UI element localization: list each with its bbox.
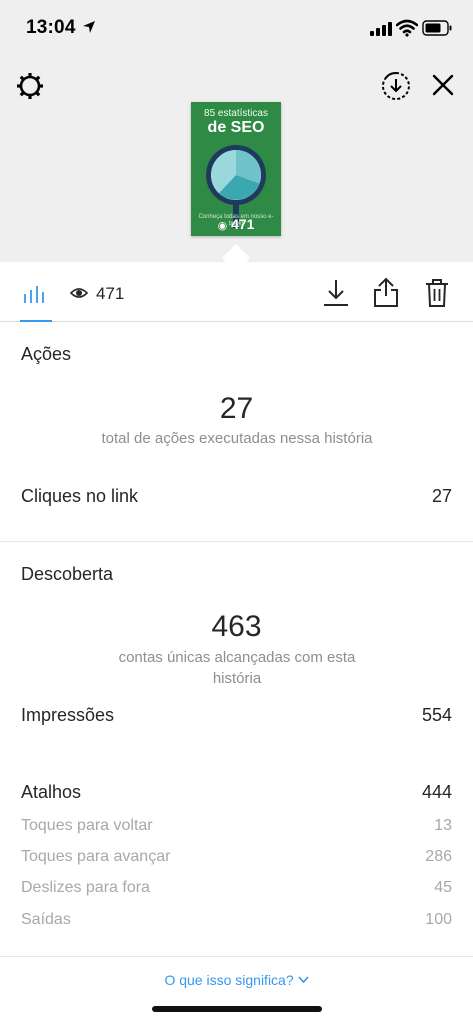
thumbnail-view-count: ◉ 471 xyxy=(191,216,281,232)
discovery-section-title: Descoberta xyxy=(21,564,114,584)
footer-link-text[interactable]: O que isso significa? xyxy=(164,972,293,988)
exits-value: 100 xyxy=(425,911,452,928)
link-clicks-value: 27 xyxy=(431,486,452,506)
swipes-away-label: Deslizes para fora xyxy=(21,879,150,896)
active-tab-indicator xyxy=(20,320,52,322)
chevron-down-icon[interactable] xyxy=(297,976,309,984)
reach-total: 463 xyxy=(211,610,262,643)
shortcuts-label: Atalhos xyxy=(21,782,82,802)
swipes-away-value: 45 xyxy=(434,879,452,896)
download-icon[interactable] xyxy=(322,278,350,308)
footer-divider xyxy=(0,956,473,957)
trash-icon[interactable] xyxy=(424,278,450,308)
eye-icon[interactable] xyxy=(70,286,88,300)
impressions-value: 554 xyxy=(421,705,452,725)
reach-caption: contas únicas alcançadas com esta histór… xyxy=(118,649,356,687)
share-icon[interactable] xyxy=(372,276,400,308)
thumbnail-title-line1: 85 estatísticas xyxy=(204,108,268,119)
thumbnail-title-line2: de SEO xyxy=(207,119,265,136)
insights-sheet: 471 Ações 27 total de ações executadas n… xyxy=(0,262,473,1024)
actions-total: 27 xyxy=(219,392,254,425)
what-does-this-mean-link[interactable]: O que isso significa? xyxy=(0,972,473,988)
status-time: 13:04 xyxy=(26,17,76,38)
viewers-count[interactable]: 471 xyxy=(96,284,124,304)
impressions-label: Impressões xyxy=(21,705,115,725)
taps-forward-value: 286 xyxy=(425,848,452,865)
home-indicator xyxy=(152,1006,322,1012)
taps-back-label: Toques para voltar xyxy=(21,817,153,834)
wifi-icon xyxy=(396,19,418,37)
exits-label: Saídas xyxy=(21,911,71,928)
story-preview-area: 13:04 85 estatísticas de SEO Conheça tod… xyxy=(0,0,473,262)
story-thumbnail[interactable]: 85 estatísticas de SEO Conheça todas em … xyxy=(191,102,281,236)
shortcuts-total: 444 xyxy=(421,782,452,802)
thumbnail-views-value: 471 xyxy=(231,216,255,232)
taps-back-value: 13 xyxy=(434,817,452,834)
close-icon[interactable] xyxy=(430,72,456,98)
gear-icon[interactable] xyxy=(14,70,46,102)
actions-total-caption: total de ações executadas nessa história xyxy=(101,430,373,447)
save-story-icon[interactable] xyxy=(380,70,412,102)
eye-icon: ◉ xyxy=(217,220,228,232)
section-divider xyxy=(0,541,473,542)
status-bar: 13:04 xyxy=(0,0,473,58)
battery-icon xyxy=(422,20,452,36)
bar-chart-icon[interactable] xyxy=(23,284,47,304)
cellular-signal-icon xyxy=(370,22,392,36)
taps-forward-label: Toques para avançar xyxy=(21,848,171,865)
location-arrow-icon xyxy=(83,21,95,33)
link-clicks-label: Cliques no link xyxy=(21,486,139,506)
actions-section-title: Ações xyxy=(21,344,72,364)
